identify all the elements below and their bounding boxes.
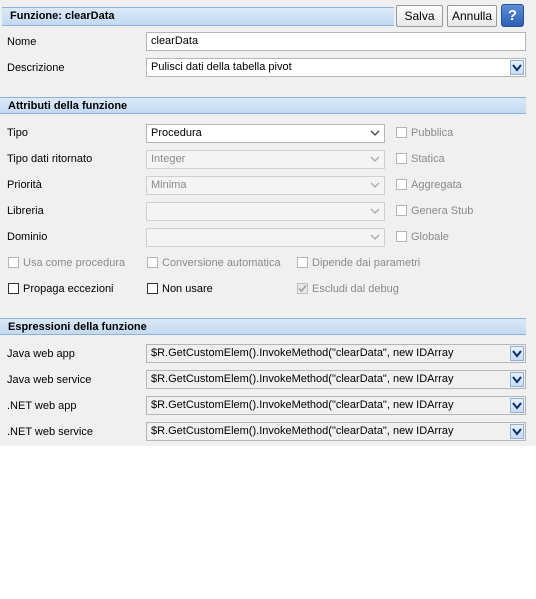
library-select[interactable]	[146, 202, 385, 221]
return-type-value: Integer	[151, 153, 186, 165]
return-type-select[interactable]: Integer	[146, 150, 385, 169]
return-type-label: Tipo dati ritornato	[7, 153, 93, 165]
java-web-app-expression[interactable]: $R.GetCustomElem().InvokeMethod("clearDa…	[146, 344, 526, 363]
domain-label: Dominio	[7, 231, 48, 243]
chevron-down-icon	[370, 234, 380, 240]
name-input[interactable]: clearData	[146, 32, 526, 51]
check-icon	[298, 285, 307, 293]
header-title-bar: Funzione: clearData	[2, 7, 394, 26]
type-value: Procedura	[151, 127, 202, 139]
library-label: Libreria	[7, 205, 44, 217]
priority-select[interactable]: Minima	[146, 176, 385, 195]
chevron-down-icon	[370, 130, 380, 136]
chevron-down-icon	[370, 208, 380, 214]
attributes-section-title: Attributi della funzione	[8, 100, 128, 112]
do-not-use-label: Non usare	[162, 283, 213, 295]
java-web-app-value: $R.GetCustomElem().InvokeMethod("clearDa…	[151, 347, 454, 359]
net-web-service-value: $R.GetCustomElem().InvokeMethod("clearDa…	[151, 425, 454, 437]
chevron-down-icon[interactable]	[510, 372, 524, 387]
global-label: Globale	[411, 231, 449, 243]
chevron-down-icon[interactable]	[510, 60, 524, 75]
auto-conversion-label: Conversione automatica	[162, 257, 281, 269]
aggregate-checkbox[interactable]	[396, 179, 407, 190]
chevron-down-icon[interactable]	[510, 398, 524, 413]
aggregate-label: Aggregata	[411, 179, 462, 191]
do-not-use-checkbox[interactable]	[147, 283, 158, 294]
net-web-app-label: .NET web app	[7, 400, 77, 412]
net-web-app-value: $R.GetCustomElem().InvokeMethod("clearDa…	[151, 399, 454, 411]
java-web-app-label: Java web app	[7, 348, 75, 360]
cancel-button[interactable]: Annulla	[447, 5, 497, 27]
save-button[interactable]: Salva	[396, 5, 443, 27]
chevron-down-icon[interactable]	[510, 346, 524, 361]
use-as-procedure-label: Usa come procedura	[23, 257, 126, 269]
expressions-section-title: Espressioni della funzione	[8, 321, 147, 333]
depends-on-params-label: Dipende dai parametri	[312, 257, 421, 269]
generate-stub-label: Genera Stub	[411, 205, 474, 217]
chevron-down-icon[interactable]	[510, 424, 524, 439]
propagate-exceptions-checkbox[interactable]	[8, 283, 19, 294]
static-checkbox[interactable]	[396, 153, 407, 164]
help-icon: ?	[507, 7, 518, 24]
net-web-service-label: .NET web service	[7, 426, 93, 438]
java-web-service-expression[interactable]: $R.GetCustomElem().InvokeMethod("clearDa…	[146, 370, 526, 389]
depends-on-params-checkbox[interactable]	[297, 257, 308, 268]
name-label: Nome	[7, 36, 37, 48]
use-as-procedure-checkbox[interactable]	[8, 257, 19, 268]
net-web-app-expression[interactable]: $R.GetCustomElem().InvokeMethod("clearDa…	[146, 396, 526, 415]
priority-label: Priorità	[7, 179, 42, 191]
exclude-debug-label: Escludi dal debug	[312, 283, 399, 295]
help-button[interactable]: ?	[501, 4, 524, 27]
chevron-down-icon	[370, 156, 380, 162]
expressions-section-header: Espressioni della funzione	[0, 318, 526, 335]
description-label: Descrizione	[7, 62, 65, 74]
exclude-debug-checkbox[interactable]	[297, 283, 308, 294]
page-title: Funzione: clearData	[10, 10, 115, 22]
public-checkbox[interactable]	[396, 127, 407, 138]
attributes-section-header: Attributi della funzione	[0, 97, 526, 114]
description-select[interactable]: Pulisci dati della tabella pivot	[146, 58, 526, 77]
auto-conversion-checkbox[interactable]	[147, 257, 158, 268]
java-web-service-label: Java web service	[7, 374, 92, 386]
java-web-service-value: $R.GetCustomElem().InvokeMethod("clearDa…	[151, 373, 454, 385]
public-label: Pubblica	[411, 127, 454, 139]
propagate-exceptions-label: Propaga eccezioni	[23, 283, 114, 295]
static-label: Statica	[411, 153, 445, 165]
description-value: Pulisci dati della tabella pivot	[151, 61, 292, 73]
type-label: Tipo	[7, 127, 28, 139]
priority-value: Minima	[151, 179, 187, 191]
generate-stub-checkbox[interactable]	[396, 205, 407, 216]
function-editor-panel: Funzione: clearData Salva Annulla ? Nome…	[0, 0, 536, 446]
chevron-down-icon	[370, 182, 380, 188]
global-checkbox[interactable]	[396, 231, 407, 242]
domain-select[interactable]	[146, 228, 385, 247]
type-select[interactable]: Procedura	[146, 124, 385, 143]
net-web-service-expression[interactable]: $R.GetCustomElem().InvokeMethod("clearDa…	[146, 422, 526, 441]
